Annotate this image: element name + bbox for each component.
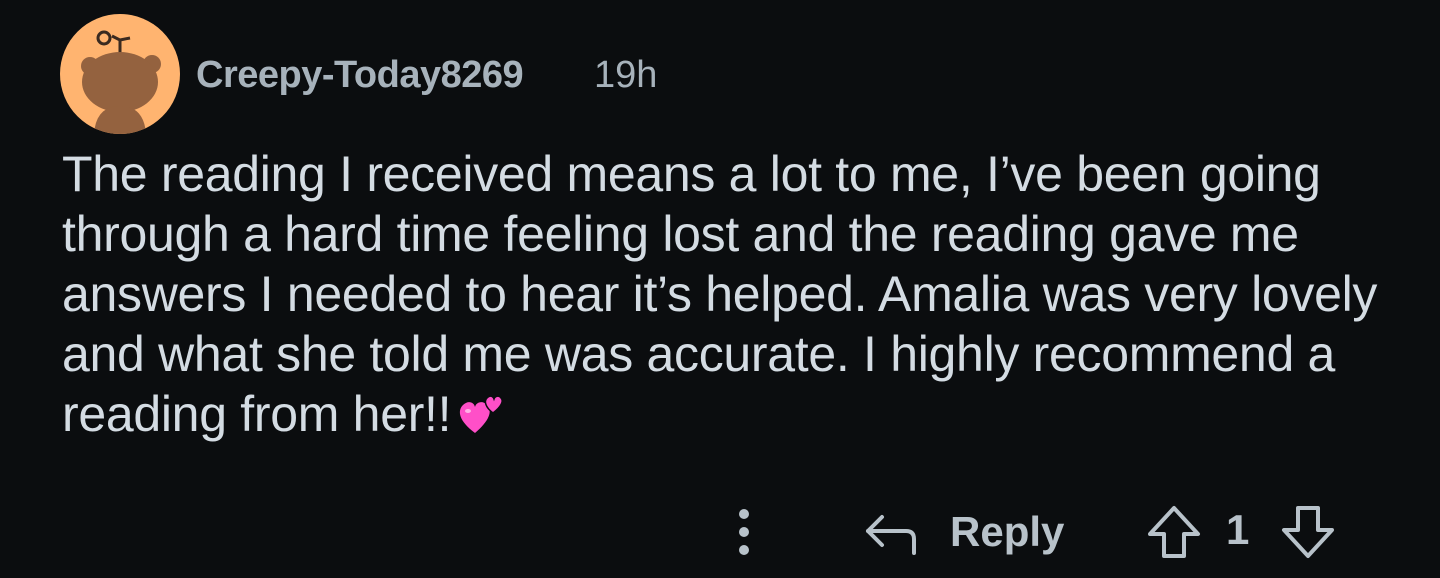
avatar[interactable] xyxy=(60,14,180,134)
more-options-button[interactable] xyxy=(724,504,764,560)
reply-label: Reply xyxy=(950,508,1065,555)
upvote-button[interactable] xyxy=(1144,502,1204,567)
reply-button[interactable]: Reply xyxy=(862,500,1064,564)
comment-actions: Reply 1 xyxy=(0,500,1440,564)
downvote-button[interactable] xyxy=(1278,502,1338,567)
username[interactable]: Creepy-Today8269 xyxy=(196,54,524,97)
timestamp: 19h xyxy=(594,54,658,96)
comment: Creepy-Today8269 19h The reading I recei… xyxy=(0,0,1440,578)
comment-body: The reading I received means a lot to me… xyxy=(62,144,1392,450)
upvote-arrow-icon xyxy=(1148,506,1200,558)
two-hearts-emoji xyxy=(457,390,505,450)
snoo-avatar-icon xyxy=(60,14,180,134)
downvote-arrow-icon xyxy=(1282,506,1334,558)
vote-score: 1 xyxy=(1226,506,1250,553)
more-vertical-icon xyxy=(739,509,749,555)
reply-arrow-icon xyxy=(866,515,916,555)
comment-text: The reading I received means a lot to me… xyxy=(62,146,1378,442)
